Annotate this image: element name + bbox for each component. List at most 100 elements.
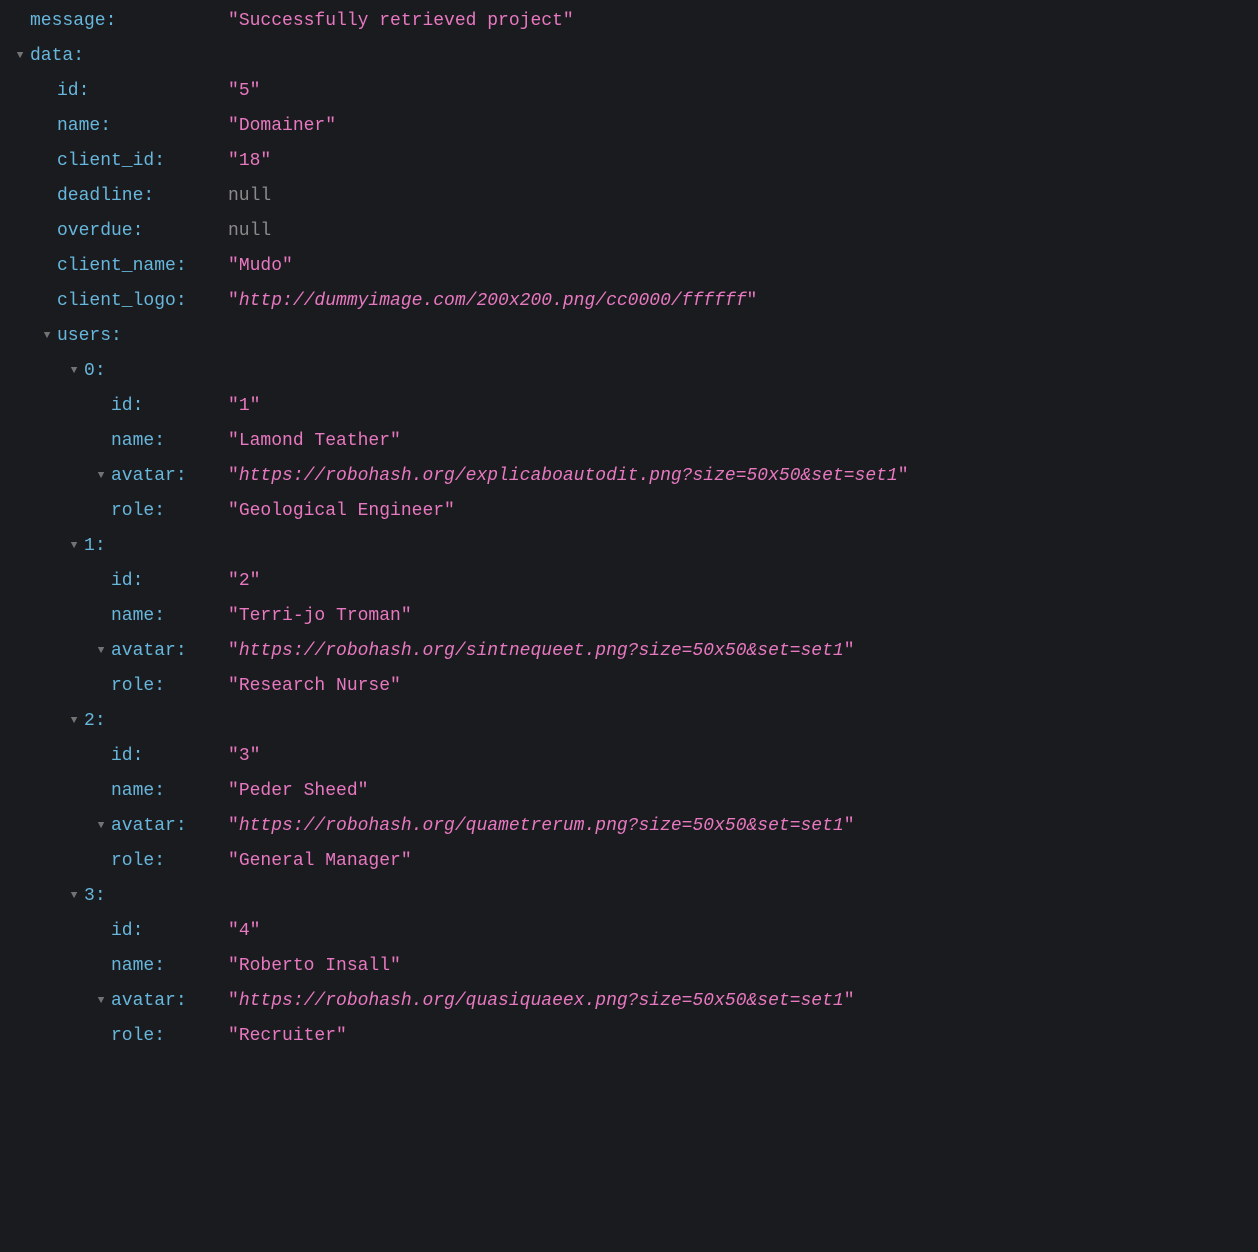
tree-row: name:"Domainer" [0,109,1258,144]
colon: : [176,816,187,836]
expand-toggle-icon[interactable]: ▼ [64,529,84,564]
property-value-string[interactable]: Domainer [239,109,325,144]
property-key[interactable]: overdue [57,221,133,241]
colon: : [154,851,165,871]
property-key[interactable]: data [30,46,73,66]
property-key[interactable]: name [111,956,154,976]
property-key[interactable]: id [111,571,133,591]
expand-toggle-icon[interactable]: ▼ [91,459,111,494]
tree-row: role:"Research Nurse" [0,669,1258,704]
colon: : [176,641,187,661]
property-key[interactable]: client_name [57,256,176,276]
tree-row: id:"4" [0,914,1258,949]
colon: : [133,571,144,591]
property-value-string[interactable]: Geological Engineer [239,494,444,529]
property-value-string[interactable]: 3 [239,739,250,774]
property-key[interactable]: 0 [84,361,95,381]
property-key[interactable]: 1 [84,536,95,556]
property-value-string[interactable]: 2 [239,564,250,599]
colon: : [154,151,165,171]
property-key[interactable]: id [111,396,133,416]
tree-row: ▼2: [0,704,1258,739]
property-key[interactable]: avatar [111,816,176,836]
property-value-null: null [228,214,271,249]
colon: : [95,536,106,556]
colon: : [111,326,122,346]
tree-row: deadline:null [0,179,1258,214]
property-value-null: null [228,179,271,214]
property-key[interactable]: name [111,781,154,801]
property-value-string[interactable]: Successfully retrieved project [239,4,563,39]
property-value-string[interactable]: https://robohash.org/explicaboautodit.pn… [239,459,898,494]
property-key[interactable]: role [111,851,154,871]
tree-row: message:"Successfully retrieved project" [0,4,1258,39]
tree-row: id:"2" [0,564,1258,599]
property-key[interactable]: avatar [111,466,176,486]
property-key[interactable]: client_id [57,151,154,171]
property-key[interactable]: users [57,326,111,346]
property-key[interactable]: name [111,606,154,626]
property-key[interactable]: role [111,1026,154,1046]
property-value-string[interactable]: General Manager [239,844,401,879]
colon: : [95,886,106,906]
property-value-string[interactable]: https://robohash.org/quametrerum.png?siz… [239,809,844,844]
tree-row: role:"Recruiter" [0,1019,1258,1054]
tree-row: role:"Geological Engineer" [0,494,1258,529]
colon: : [79,81,90,101]
property-key[interactable]: id [111,746,133,766]
property-value-string[interactable]: Recruiter [239,1019,336,1054]
tree-row: ▼0: [0,354,1258,389]
colon: : [133,921,144,941]
property-value-string[interactable]: 4 [239,914,250,949]
expand-toggle-icon[interactable]: ▼ [91,809,111,844]
property-key[interactable]: 2 [84,711,95,731]
tree-row: ▼avatar:"https://robohash.org/explicaboa… [0,459,1258,494]
colon: : [176,256,187,276]
tree-row: name:"Terri-jo Troman" [0,599,1258,634]
colon: : [73,46,84,66]
property-key[interactable]: id [57,81,79,101]
property-key[interactable]: deadline [57,186,143,206]
tree-row: client_logo:"http://dummyimage.com/200x2… [0,284,1258,319]
property-value-string[interactable]: http://dummyimage.com/200x200.png/cc0000… [239,284,747,319]
property-key[interactable]: role [111,501,154,521]
property-key[interactable]: id [111,921,133,941]
expand-toggle-icon[interactable]: ▼ [37,319,57,354]
tree-row: name:"Peder Sheed" [0,774,1258,809]
property-key[interactable]: client_logo [57,291,176,311]
expand-toggle-icon[interactable]: ▼ [64,704,84,739]
property-key[interactable]: avatar [111,641,176,661]
property-key[interactable]: 3 [84,886,95,906]
property-value-string[interactable]: 18 [239,144,261,179]
property-key[interactable]: name [57,116,100,136]
json-tree-viewer: message:"Successfully retrieved project"… [0,4,1258,1054]
property-key[interactable]: avatar [111,991,176,1011]
colon: : [176,291,187,311]
expand-toggle-icon[interactable]: ▼ [91,984,111,1019]
property-value-string[interactable]: 5 [239,74,250,109]
property-key[interactable]: name [111,431,154,451]
colon: : [133,396,144,416]
colon: : [154,501,165,521]
property-value-string[interactable]: 1 [239,389,250,424]
property-value-string[interactable]: Roberto Insall [239,949,390,984]
colon: : [154,781,165,801]
property-value-string[interactable]: https://robohash.org/sintnequeet.png?siz… [239,634,844,669]
expand-toggle-icon[interactable]: ▼ [10,39,30,74]
expand-toggle-icon[interactable]: ▼ [64,354,84,389]
expand-toggle-icon[interactable]: ▼ [91,634,111,669]
property-value-string[interactable]: Terri-jo Troman [239,599,401,634]
colon: : [154,676,165,696]
tree-row: client_id:"18" [0,144,1258,179]
tree-row: ▼3: [0,879,1258,914]
property-value-string[interactable]: Mudo [239,249,282,284]
property-key[interactable]: role [111,676,154,696]
tree-row: id:"5" [0,74,1258,109]
tree-row: ▼users: [0,319,1258,354]
property-value-string[interactable]: https://robohash.org/quasiquaeex.png?siz… [239,984,844,1019]
expand-toggle-icon[interactable]: ▼ [64,879,84,914]
property-value-string[interactable]: Peder Sheed [239,774,358,809]
property-value-string[interactable]: Research Nurse [239,669,390,704]
property-key[interactable]: message [30,11,106,31]
property-value-string[interactable]: Lamond Teather [239,424,390,459]
